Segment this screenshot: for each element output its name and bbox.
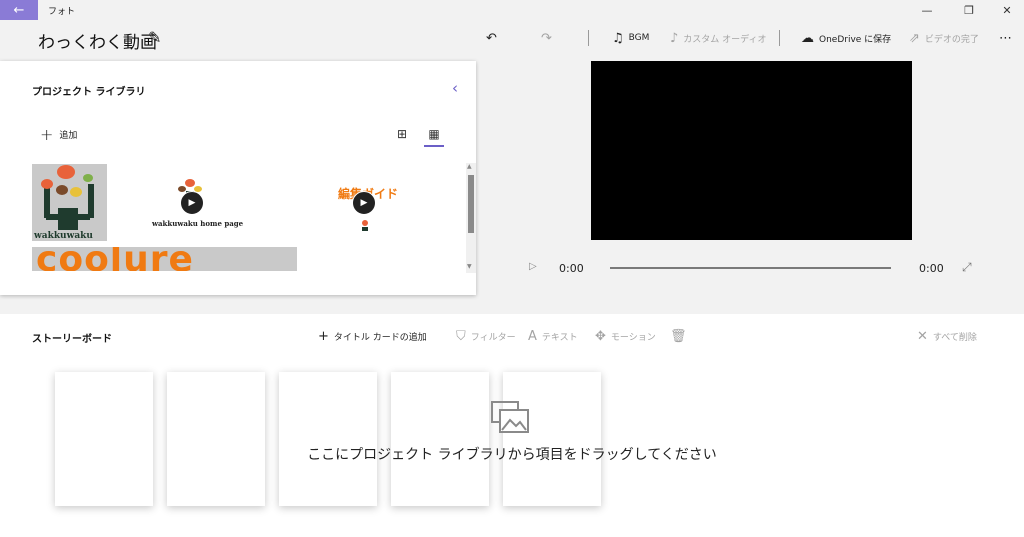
grid-small-icon: ▦ (428, 127, 440, 141)
plus-icon: + (40, 125, 54, 144)
collapse-library-button[interactable]: ‹ (452, 79, 458, 97)
filter-icon: ⛉ (456, 328, 466, 344)
restore-icon: ❐ (964, 3, 974, 17)
motion-icon: ✥ (595, 328, 606, 344)
drop-hint: ここにプロジェクト ライブラリから項目をドラッグしてください (307, 447, 717, 463)
library-scrollbar[interactable]: ▲ ▼ (466, 163, 476, 273)
arrow-left-icon: ← (13, 2, 25, 18)
view-active-indicator (424, 145, 444, 147)
redo-button[interactable]: ↷ (541, 28, 552, 48)
cloud-upload-icon: ☁ (801, 30, 814, 46)
finish-video-button[interactable]: ⇗ ビデオの完了 (909, 28, 979, 48)
motion-button[interactable]: ✥ モーション (595, 328, 656, 344)
video-preview[interactable] (591, 61, 912, 240)
storyboard-title: ストーリーボード (32, 334, 112, 345)
add-title-card-label: タイトル カードの追加 (333, 332, 427, 343)
audio-person-icon: ♪ (670, 30, 679, 46)
images-icon (491, 401, 529, 433)
thumb-label: wakkuwaku (34, 231, 93, 241)
play-overlay-icon: ▶ (180, 191, 204, 215)
undo-button[interactable]: ↶ (486, 28, 497, 48)
close-icon: ✕ (1002, 3, 1012, 17)
scroll-down-icon[interactable]: ▼ (467, 263, 472, 270)
close-button[interactable]: ✕ (990, 0, 1024, 20)
rename-button[interactable]: ✎ (148, 28, 161, 47)
project-library-panel: プロジェクト ライブラリ ‹ + 追加 ⊞ ▦ wakkuwaku ▶ wakk… (0, 61, 476, 295)
custom-audio-label: カスタム オーディオ (683, 34, 767, 45)
text-label: テキスト (541, 332, 578, 343)
small-logo-icon (362, 220, 368, 231)
play-button[interactable]: ▷ (529, 261, 537, 272)
library-item-image[interactable]: wakkuwaku (32, 164, 107, 241)
app-title: フォト (48, 7, 76, 17)
toolbar-divider (779, 30, 780, 46)
close-icon: ✕ (917, 328, 928, 344)
text-icon: A (528, 328, 537, 344)
thumb-label: coolure (36, 247, 194, 271)
grid-large-icon: ⊞ (396, 127, 408, 141)
play-icon: ▷ (529, 261, 537, 272)
remove-all-button[interactable]: ✕ すべて削除 (917, 328, 977, 344)
library-item-image[interactable]: coolure (32, 247, 297, 271)
more-icon: ⋯ (999, 30, 1012, 46)
add-label: 追加 (59, 131, 78, 141)
library-item-video[interactable]: ▶ wakkuwaku home page (140, 173, 250, 243)
minimize-icon: — (921, 3, 933, 17)
small-grid-view-button[interactable]: ▦ (425, 125, 443, 143)
scroll-thumb[interactable] (468, 175, 474, 233)
project-title[interactable]: わっくわく動画 (38, 28, 157, 53)
redo-icon: ↷ (541, 30, 552, 46)
bgm-button[interactable]: ♫ BGM (612, 28, 649, 48)
bgm-label: BGM (628, 33, 650, 43)
fullscreen-button[interactable]: ⤢ (962, 260, 972, 275)
restore-button[interactable]: ❐ (952, 0, 986, 20)
storyboard-slot[interactable] (503, 372, 601, 506)
delete-button[interactable]: 🗑 (670, 328, 687, 344)
back-button[interactable]: ← (0, 0, 38, 20)
save-onedrive-label: OneDrive に保存 (819, 34, 892, 45)
add-title-card-button[interactable]: + タイトル カードの追加 (318, 328, 427, 344)
more-options-button[interactable]: ⋯ (999, 28, 1012, 48)
current-time: 0:00 (559, 262, 584, 275)
text-button[interactable]: A テキスト (528, 328, 578, 344)
custom-audio-button[interactable]: ♪ カスタム オーディオ (670, 28, 767, 48)
scroll-up-icon[interactable]: ▲ (467, 163, 472, 170)
filter-button[interactable]: ⛉ フィルター (456, 328, 516, 344)
remove-all-label: すべて削除 (932, 332, 977, 343)
tree-birds-icon (41, 165, 94, 230)
storyboard-panel: ストーリーボード + タイトル カードの追加 ⛉ フィルター A テキスト ✥ … (0, 314, 1024, 537)
library-item-video[interactable]: 編集ガイド ▶ (320, 173, 420, 243)
trash-icon: 🗑 (670, 328, 687, 344)
seek-bar[interactable] (610, 267, 891, 269)
storyboard-slot[interactable] (55, 372, 153, 506)
save-onedrive-button[interactable]: ☁ OneDrive に保存 (801, 28, 891, 48)
storyboard-slot[interactable] (391, 372, 489, 506)
library-title: プロジェクト ライブラリ (32, 87, 146, 98)
title-bar: ← フォト — ❐ ✕ (0, 0, 1024, 20)
share-icon: ⇗ (909, 30, 920, 46)
motion-label: モーション (610, 332, 656, 343)
add-media-button[interactable]: + 追加 (40, 125, 77, 144)
undo-icon: ↶ (486, 30, 497, 46)
toolbar-divider (588, 30, 589, 46)
music-note-icon: ♫ (612, 30, 624, 46)
plus-icon: + (318, 328, 329, 344)
expand-icon: ⤢ (962, 260, 972, 274)
filter-label: フィルター (470, 332, 516, 343)
minimize-button[interactable]: — (910, 0, 944, 20)
finish-video-label: ビデオの完了 (924, 34, 979, 45)
total-time: 0:00 (919, 262, 944, 275)
large-grid-view-button[interactable]: ⊞ (393, 125, 411, 143)
storyboard-slot[interactable] (279, 372, 377, 506)
chevron-left-icon: ‹ (452, 79, 458, 97)
storyboard-slot[interactable] (167, 372, 265, 506)
thumb-label: wakkuwaku home page (152, 219, 244, 228)
pencil-icon: ✎ (148, 28, 162, 47)
